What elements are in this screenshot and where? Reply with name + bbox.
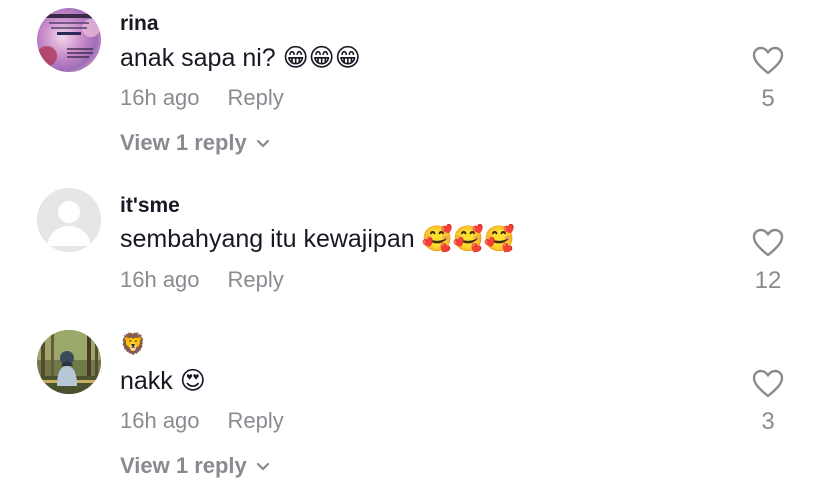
avatar[interactable] [37,330,101,394]
comment-time: 16h ago [120,267,200,292]
comment-item: 🦁 nakk 😍 16h ago Reply View 1 reply 3 [0,322,830,492]
like-button[interactable]: 12 [746,228,790,295]
comment-text: anak sapa ni? 😁😁😁 [120,44,361,72]
reply-button[interactable]: Reply [228,267,284,292]
comment-text: sembahyang itu kewajipan 🥰🥰🥰 [120,225,515,253]
view-replies-label: View 1 reply [120,453,247,478]
comment-meta: 16h ago Reply [120,85,284,111]
comment-username[interactable]: it'sme [120,194,180,218]
view-replies-button[interactable]: View 1 reply [120,453,271,479]
reply-button[interactable]: Reply [228,408,284,433]
heart-icon [752,369,784,398]
comment-meta: 16h ago Reply [120,408,284,434]
chevron-down-icon [256,139,269,148]
like-button[interactable]: 5 [746,46,790,113]
comment-time: 16h ago [120,408,200,433]
avatar[interactable] [37,188,101,252]
avatar[interactable] [37,8,101,72]
comment-username[interactable]: rina [120,12,159,36]
view-replies-button[interactable]: View 1 reply [120,130,271,156]
like-count: 5 [761,85,775,112]
comment-item: rina anak sapa ni? 😁😁😁 16h ago Reply View… [0,0,830,170]
like-button[interactable]: 3 [746,369,790,436]
chevron-down-icon [256,462,269,471]
like-count: 12 [754,267,782,294]
like-count: 3 [761,408,775,435]
default-avatar-icon [37,188,101,252]
comment-meta: 16h ago Reply [120,267,284,293]
heart-icon [752,228,784,257]
comment-time: 16h ago [120,85,200,110]
heart-icon [752,46,784,75]
reply-button[interactable]: Reply [228,85,284,110]
comment-text: nakk 😍 [120,367,206,395]
comment-item: it'sme sembahyang itu kewajipan 🥰🥰🥰 16h … [0,180,830,310]
view-replies-label: View 1 reply [120,130,247,155]
comment-username[interactable]: 🦁 [120,332,146,357]
